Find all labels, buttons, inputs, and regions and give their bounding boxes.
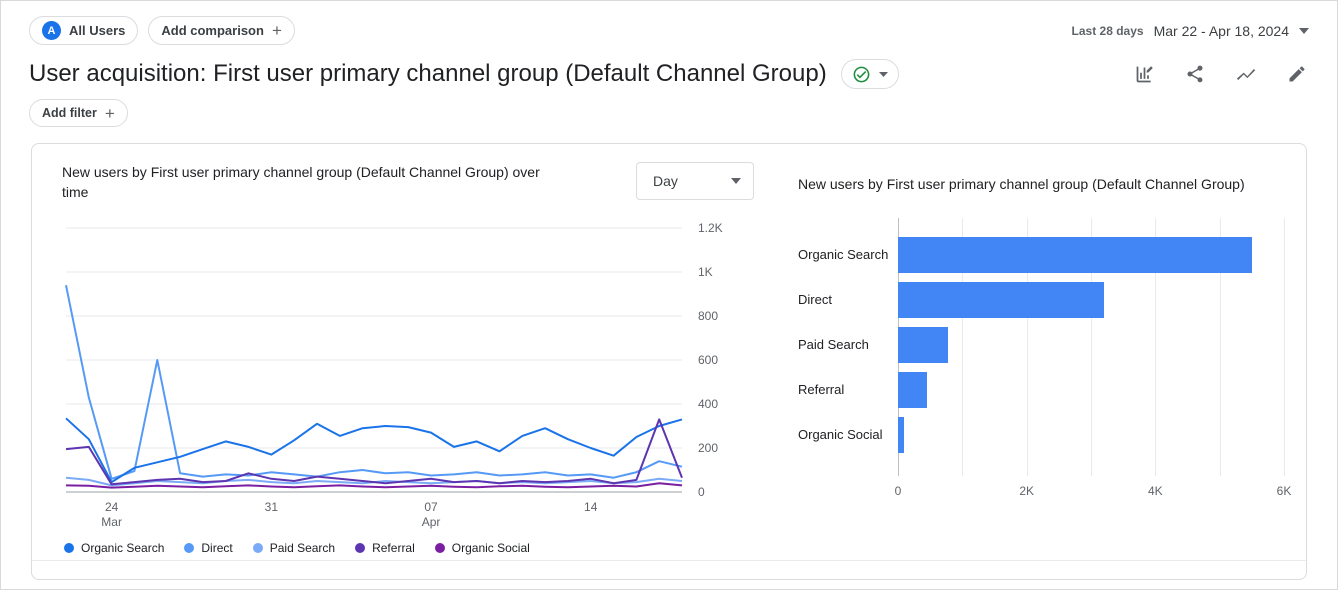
bar-chart-section: New users by First user primary channel …	[754, 162, 1284, 555]
bar-chart-title: New users by First user primary channel …	[798, 174, 1284, 194]
legend-item[interactable]: Paid Search	[253, 541, 335, 555]
legend-dot	[64, 543, 74, 553]
bar-axis-label: 0	[895, 484, 902, 498]
v-gridline	[1284, 218, 1285, 476]
series-line-direct	[66, 285, 682, 479]
bar-category-label: Paid Search	[798, 322, 898, 367]
all-users-label: All Users	[69, 23, 125, 38]
line-chart-section: New users by First user primary channel …	[62, 162, 754, 555]
bar-category-label: Referral	[798, 367, 898, 412]
chevron-down-icon	[879, 72, 888, 77]
legend-label: Referral	[372, 541, 415, 555]
x-axis-label: 14	[584, 500, 598, 514]
legend-dot	[184, 543, 194, 553]
add-comparison-chip[interactable]: Add comparison +	[148, 16, 295, 45]
card-divider	[32, 560, 1306, 561]
legend-dot	[435, 543, 445, 553]
chevron-down-icon	[731, 178, 741, 184]
filter-row: Add filter +	[1, 91, 1337, 127]
bar-x-axis: 02K4K6K	[898, 484, 1284, 500]
chevron-down-icon	[1299, 28, 1309, 34]
legend-item[interactable]: Direct	[184, 541, 232, 555]
line-chart-svg[interactable]: 0 200 400 600 800 1K 1.2K 24Mar 31 07Apr 14	[62, 212, 752, 530]
y-axis-label: 400	[698, 397, 718, 411]
line-chart-title: New users by First user primary channel …	[62, 162, 567, 202]
bar-row	[898, 367, 1284, 412]
x-axis-label: 07	[424, 500, 438, 514]
bar-axis-label: 2K	[1019, 484, 1034, 498]
granularity-select[interactable]: Day	[636, 162, 754, 200]
y-axis-label: 600	[698, 353, 718, 367]
legend-dot	[355, 543, 365, 553]
bar-chart[interactable]: Organic SearchDirectPaid SearchReferralO…	[798, 218, 1284, 500]
report-card: New users by First user primary channel …	[31, 143, 1307, 580]
edit-icon	[1287, 64, 1307, 84]
plus-icon: +	[105, 105, 115, 122]
x-axis-label: 24	[105, 500, 119, 514]
legend-dot	[253, 543, 263, 553]
bar-plot	[898, 218, 1284, 476]
add-filter-label: Add filter	[42, 106, 97, 120]
legend-item[interactable]: Organic Social	[435, 541, 530, 555]
bar-row	[898, 277, 1284, 322]
check-circle-icon	[852, 65, 871, 84]
bar-row	[898, 232, 1284, 277]
bars	[898, 218, 1284, 457]
bar-category-label: Direct	[798, 277, 898, 322]
share-icon	[1185, 64, 1205, 84]
bar-category-labels: Organic SearchDirectPaid SearchReferralO…	[798, 218, 898, 500]
y-axis-label: 200	[698, 441, 718, 455]
granularity-value: Day	[653, 173, 678, 189]
legend-item[interactable]: Referral	[355, 541, 415, 555]
x-axis-label: 31	[265, 500, 279, 514]
bar[interactable]	[898, 327, 948, 363]
date-range-value: Mar 22 - Apr 18, 2024	[1154, 23, 1289, 39]
bar-axis-label: 6K	[1277, 484, 1292, 498]
insights-icon	[1235, 63, 1257, 85]
date-range-preset: Last 28 days	[1072, 24, 1144, 38]
y-axis-label: 800	[698, 309, 718, 323]
all-users-chip[interactable]: A All Users	[29, 16, 138, 45]
y-axis-label: 1K	[698, 265, 713, 279]
bar-row	[898, 412, 1284, 457]
bar-row	[898, 322, 1284, 367]
report-toolbar	[1132, 61, 1309, 87]
bar-category-label: Organic Search	[798, 232, 898, 277]
legend-label: Paid Search	[270, 541, 335, 555]
plus-icon: +	[272, 22, 282, 39]
line-chart-legend: Organic Search Direct Paid Search Referral O…	[62, 541, 754, 555]
customize-report-button[interactable]	[1132, 62, 1157, 87]
segment-avatar: A	[42, 21, 61, 40]
edit-button[interactable]	[1285, 62, 1309, 86]
report-status-pill[interactable]	[841, 59, 899, 89]
bar-category-label: Organic Social	[798, 412, 898, 457]
customize-report-icon	[1134, 64, 1155, 85]
y-axis-label: 0	[698, 485, 705, 499]
bar[interactable]	[898, 282, 1104, 318]
bar[interactable]	[898, 372, 927, 408]
legend-item[interactable]: Organic Search	[64, 541, 164, 555]
legend-label: Organic Social	[452, 541, 530, 555]
top-bar: A All Users Add comparison + Last 28 day…	[1, 1, 1337, 51]
add-filter-chip[interactable]: Add filter +	[29, 99, 128, 127]
x-axis-label: Mar	[101, 515, 122, 529]
series-line-organic-social	[66, 483, 682, 487]
insights-button[interactable]	[1233, 61, 1259, 87]
legend-label: Direct	[201, 541, 232, 555]
date-range-selector[interactable]: Last 28 days Mar 22 - Apr 18, 2024	[1072, 23, 1309, 39]
x-axis-label: Apr	[422, 515, 441, 529]
add-comparison-label: Add comparison	[161, 23, 264, 38]
bar[interactable]	[898, 237, 1252, 273]
title-row: User acquisition: First user primary cha…	[1, 51, 1337, 91]
bar-axis-label: 4K	[1148, 484, 1163, 498]
legend-label: Organic Search	[81, 541, 164, 555]
page-title: User acquisition: First user primary cha…	[29, 60, 827, 88]
bar[interactable]	[898, 417, 904, 453]
y-axis-label: 1.2K	[698, 221, 723, 235]
share-button[interactable]	[1183, 62, 1207, 86]
